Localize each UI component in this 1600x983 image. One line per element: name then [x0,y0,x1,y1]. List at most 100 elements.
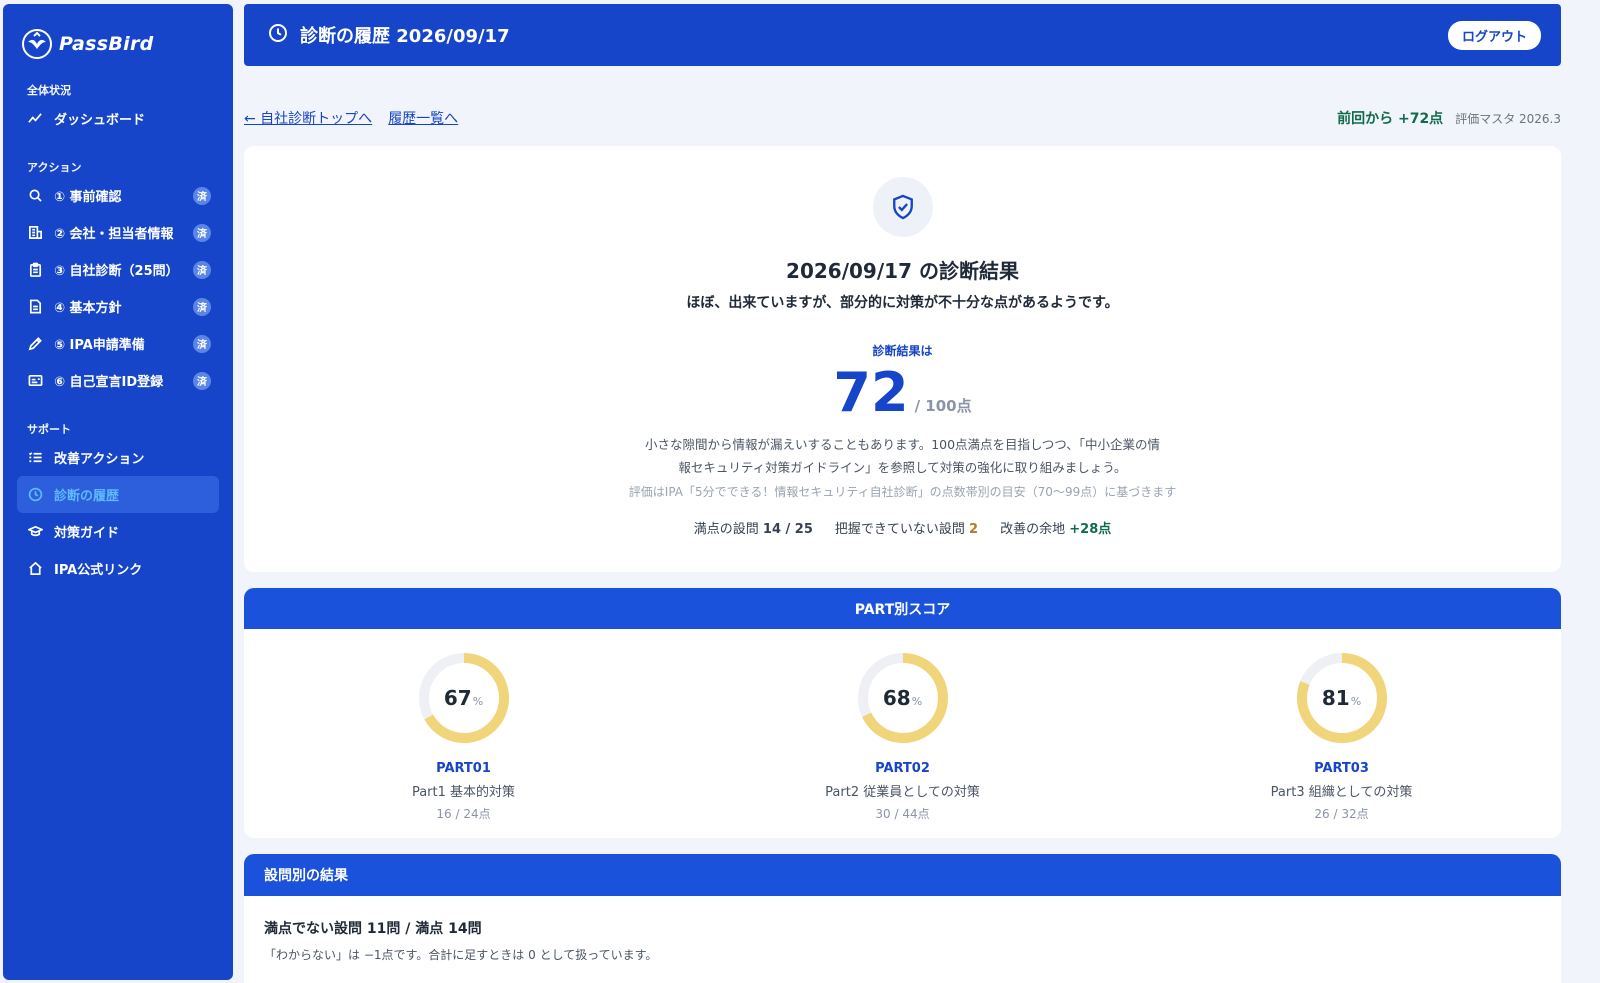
part-name: Part3 組織としての対策 [1270,785,1413,800]
part-name: Part1 基本的対策 [411,785,516,800]
done-badge: 済 [193,334,211,353]
question-results-card: 設問別の結果 満点でない設問 11問 / 満点 14問 「わからない」は −1点… [244,854,1561,983]
sidebar-item-company-info[interactable]: ② 会社・担当者情報 済 [17,214,219,251]
sidebar-item-precheck[interactable]: ① 事前確認 済 [17,177,219,214]
section-label: アクション [27,161,82,174]
sidebar-item-ipa-prep[interactable]: ⑤ IPA申請準備 済 [17,325,219,362]
percent-symbol: % [1350,694,1362,708]
result-card: 2026/09/17 の診断結果 ほぼ、出来ていますが、部分的に対策が不十分な点… [244,146,1561,572]
sidebar-item-label: ⑤ IPA申請準備 [54,338,145,353]
sidebar-item-basic-policy[interactable]: ④ 基本方針 済 [17,288,219,325]
donut-chart: 68% [856,651,950,745]
part-code: PART01 [436,761,491,776]
back-to-top-link[interactable]: ← 自社診断トップへ [244,108,372,128]
percent-value: 68 [882,686,911,710]
sidebar-item-label: 対策ガイド [54,526,120,541]
pencil-icon [27,335,44,352]
stat-full: 満点の設問 14 / 25 [693,522,813,537]
sidebar-item-label: ④ 基本方針 [54,301,122,316]
brand-name: PassBird [59,33,154,55]
part-score-heading: PART別スコア [244,588,1561,629]
trend-line-icon [27,110,44,127]
sidebar-item-dashboard[interactable]: ダッシュボード [17,100,219,137]
evaluation-basis: 評価はIPA「5分でできる！情報セキュリティ自社診断」の点数帯別の目安（70〜9… [628,485,1177,499]
stat-unknown: 把握できていない設問 2 [834,522,979,537]
percent-value: 67 [443,686,472,710]
score-delta: 前回から +72点 [1337,111,1444,127]
section-label: 全体状況 [27,84,71,97]
nav-section-actions: アクション ① 事前確認 済 ② 会社・担当者情報 済 ③ 自社診断（25問） … [17,159,219,399]
checklist-icon [27,449,44,466]
section-label: サポート [27,423,71,436]
page-title: 診断の履歴 2026/09/17 [300,26,510,47]
done-badge: 済 [193,371,211,390]
question-note: 「わからない」は −1点です。合計に足すときは 0 として扱っています。 [264,948,658,962]
part-code: PART02 [875,761,930,776]
done-badge: 済 [193,260,211,279]
score-value: 72 [833,361,909,424]
advice-text: 小さな隙間から情報が漏えいすることもあります。100点満点を目指しつつ、「中小企… [623,433,1183,479]
percent-symbol: % [911,694,923,708]
clipboard-icon [27,261,44,278]
part-points: 26 / 32点 [1314,807,1369,821]
result-stats: 満点の設問 14 / 25 把握できていない設問 2 改善の余地 +28点 [244,518,1561,537]
shield-check-icon [872,177,933,237]
part-item: 81% PART03 Part3 組織としての対策 26 / 32点 [1122,629,1561,838]
sidebar-item-self-declaration[interactable]: ⑥ 自己宣言ID登録 済 [17,362,219,399]
sidebar-item-label: ⑥ 自己宣言ID登録 [54,375,164,390]
logout-button[interactable]: ログアウト [1447,20,1541,50]
percent-value: 81 [1321,686,1350,710]
clock-icon [268,23,288,47]
question-summary: 満点でない設問 11問 / 満点 14問 [264,921,482,937]
id-card-icon [27,372,44,389]
brand-logo[interactable]: PassBird [17,26,219,62]
done-badge: 済 [193,223,211,242]
part-points: 30 / 44点 [875,807,930,821]
master-version: 評価マスタ 2026.3 [1455,111,1561,126]
done-badge: 済 [193,186,211,205]
part-item: 68% PART02 Part2 従業員としての対策 30 / 44点 [683,629,1122,838]
sidebar-item-label: ① 事前確認 [54,190,122,205]
sidebar-item-ipa-links[interactable]: IPA公式リンク [17,550,219,587]
percent-symbol: % [472,694,484,708]
sidebar-item-self-diagnosis[interactable]: ③ 自社診断（25問） 済 [17,251,219,288]
advice-line: 小さな隙間から情報が漏えいすることもあります。100点満点を目指しつつ、「中小企… [644,437,1161,452]
done-badge: 済 [193,297,211,316]
part-score-card: PART別スコア 67% PART01 Part1 基本的対策 16 / 24点… [244,588,1561,838]
breadcrumb: ← 自社診断トップへ 履歴一覧へ 前回から +72点 評価マスタ 2026.3 [244,106,1561,130]
score-total: / 100点 [914,397,972,415]
home-icon [27,560,44,577]
sidebar-item-label: ② 会社・担当者情報 [54,227,174,242]
nav-section-support: サポート 改善アクション 診断の履歴 対策ガイド IPA公式リンク [17,421,219,587]
advice-line: 報セキュリティ対策ガイドライン」を参照して対策の強化に取り組みましょう。 [678,460,1127,475]
donut-chart: 81% [1295,651,1389,745]
result-title: 2026/09/17 の診断結果 [786,259,1019,283]
document-icon [27,298,44,315]
history-list-link[interactable]: 履歴一覧へ [388,108,458,128]
sidebar-item-label: ③ 自社診断（25問） [54,264,179,279]
result-summary: ほぼ、出来ていますが、部分的に対策が不十分な点があるようです。 [686,295,1119,311]
page-header: 診断の履歴 2026/09/17 ログアウト [244,4,1561,66]
sidebar-item-improvement-actions[interactable]: 改善アクション [17,439,219,476]
part-item: 67% PART01 Part1 基本的対策 16 / 24点 [244,629,683,838]
part-code: PART03 [1314,761,1369,776]
sidebar: PassBird 全体状況 ダッシュボード アクション ① 事前確認 済 ② 会… [3,4,233,980]
sidebar-item-label: 診断の履歴 [54,489,120,504]
donut-chart: 67% [417,651,511,745]
part-name: Part2 従業員としての対策 [825,785,980,800]
sidebar-item-label: IPA公式リンク [54,563,143,578]
score-label: 診断結果は [872,344,933,358]
part-score-list: 67% PART01 Part1 基本的対策 16 / 24点 68% PART… [244,629,1561,838]
question-results-heading: 設問別の結果 [244,854,1561,896]
bird-logo-icon [22,29,52,59]
score-display: 72 / 100点 [244,363,1561,423]
clock-icon [27,486,44,503]
sidebar-item-history[interactable]: 診断の履歴 [17,476,219,513]
search-icon [27,187,44,204]
sidebar-item-label: 改善アクション [54,452,145,467]
sidebar-item-guide[interactable]: 対策ガイド [17,513,219,550]
building-icon [27,224,44,241]
sidebar-item-label: ダッシュボード [54,113,146,128]
stat-room: 改善の余地 +28点 [1000,522,1112,537]
nav-section-overview: 全体状況 ダッシュボード [17,82,219,137]
